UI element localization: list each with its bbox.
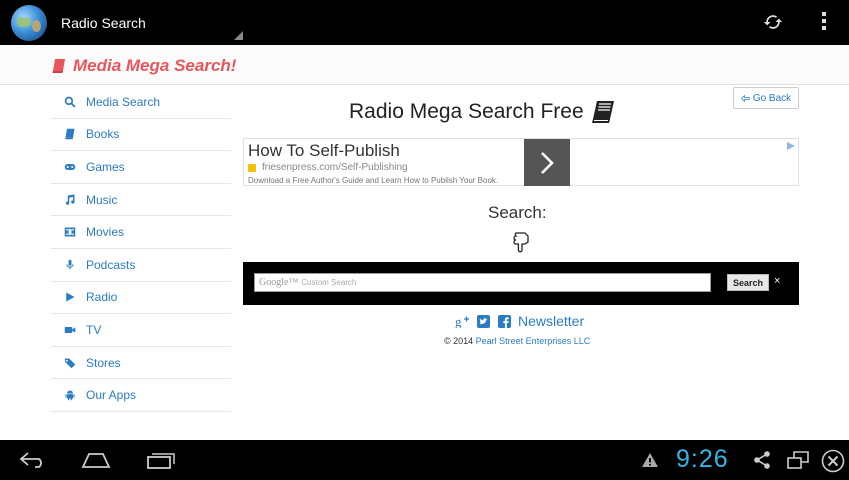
sidebar-item-our-apps[interactable]: Our Apps <box>51 379 231 412</box>
tags-icon <box>64 358 76 368</box>
search-label: Search: <box>488 203 547 222</box>
recent-apps-icon[interactable] <box>146 451 176 469</box>
sidebar-item-label: Our Apps <box>86 388 137 403</box>
hand-left-icon <box>740 94 750 102</box>
ad-arrow-button[interactable] <box>524 139 570 186</box>
share-icon[interactable] <box>752 450 772 470</box>
book-icon <box>65 129 75 140</box>
svg-text:g: g <box>455 314 462 328</box>
action-bar: Radio Search <box>0 0 849 45</box>
clock[interactable]: 9:26 <box>676 445 729 474</box>
ad-url[interactable]: friesenpress.com/Self-Publishing <box>248 162 408 173</box>
copyright: © 2014 Pearl Street Enterprises LLC <box>444 336 590 346</box>
sidebar-item-tv[interactable]: TV <box>51 314 231 347</box>
ad-url-text: friesenpress.com/Self-Publishing <box>262 162 408 173</box>
ad-headline[interactable]: How To Self-Publish <box>248 141 400 161</box>
go-back-label: Go Back <box>752 92 792 104</box>
brand-link[interactable]: Media Mega Search! <box>51 56 236 76</box>
sidebar-item-movies[interactable]: Movies <box>51 216 231 249</box>
window-resize-icon[interactable] <box>787 451 809 469</box>
book-icon <box>52 59 65 73</box>
brand-bar: Media Mega Search! <box>0 45 849 85</box>
sidebar-item-label: Radio <box>86 290 118 305</box>
back-icon[interactable] <box>18 451 48 469</box>
globe-app-icon[interactable] <box>11 5 47 41</box>
sidebar-item-label: TV <box>86 322 102 337</box>
ad-choices-icon[interactable] <box>786 141 796 151</box>
page-title-text: Radio Mega Search Free <box>349 100 584 123</box>
sidebar-item-label: Movies <box>86 225 125 240</box>
film-icon <box>64 227 76 237</box>
favicon-icon <box>248 163 256 172</box>
app-title[interactable]: Radio Search <box>61 15 146 31</box>
ad-banner[interactable]: How To Self-Publish friesenpress.com/Sel… <box>243 138 799 186</box>
search-button[interactable]: Search <box>727 274 769 291</box>
twitter-icon[interactable] <box>476 314 490 328</box>
search-input[interactable]: Google™ Custom Search <box>254 273 711 292</box>
sidebar-item-radio[interactable]: Radio <box>51 282 231 315</box>
chevron-right-icon <box>541 151 554 174</box>
sidebar-item-label: Music <box>86 192 118 207</box>
home-icon[interactable] <box>81 451 111 469</box>
sidebar-item-label: Stores <box>86 355 121 370</box>
sidebar-item-label: Media Search <box>86 94 161 109</box>
go-back-button[interactable]: Go Back <box>733 87 799 109</box>
copyright-prefix: © 2014 <box>444 336 476 346</box>
search-icon <box>64 96 76 108</box>
sidebar-item-podcasts[interactable]: Podcasts <box>51 249 231 282</box>
close-icon[interactable] <box>821 449 845 473</box>
gamepad-icon <box>64 163 76 170</box>
clear-search-button[interactable]: × <box>774 275 780 287</box>
search-panel: Google™ Custom Search Search × <box>243 262 799 305</box>
sidebar-item-label: Games <box>86 159 125 174</box>
sidebar-item-label: Podcasts <box>86 257 136 272</box>
sidebar-item-music[interactable]: Music <box>51 184 231 217</box>
sidebar-item-games[interactable]: Games <box>51 151 231 184</box>
company-link[interactable]: Pearl Street Enterprises LLC <box>476 336 591 346</box>
sidebar: Media Search Books Games Music Movies Po… <box>51 86 231 412</box>
music-icon <box>65 193 75 205</box>
microphone-icon <box>66 259 74 270</box>
play-icon <box>66 292 75 302</box>
ad-description: Download a Free Author's Guide and Learn… <box>248 176 499 185</box>
warning-icon[interactable] <box>641 452 659 468</box>
overflow-menu-icon[interactable] <box>819 12 829 34</box>
facebook-icon[interactable] <box>497 314 511 328</box>
sidebar-item-stores[interactable]: Stores <box>51 347 231 380</box>
brand-text: Media Mega Search! <box>73 56 237 75</box>
sidebar-item-books[interactable]: Books <box>51 119 231 152</box>
google-plus-icon[interactable]: g <box>455 314 469 328</box>
sidebar-item-label: Books <box>86 127 120 142</box>
spinner-indicator-icon <box>234 31 243 40</box>
google-logo-text: Google™ <box>259 277 299 288</box>
system-navigation-bar: 9:26 <box>0 440 849 480</box>
newsletter-link[interactable]: Newsletter <box>518 313 584 329</box>
android-icon <box>65 390 75 401</box>
refresh-icon[interactable] <box>763 12 783 32</box>
social-links: g Newsletter <box>455 313 584 329</box>
search-placeholder: Custom Search <box>301 278 357 287</box>
sidebar-item-media-search[interactable]: Media Search <box>51 86 231 119</box>
hand-pointing-down-icon <box>513 232 529 253</box>
video-camera-icon <box>64 326 76 333</box>
book-icon <box>591 101 614 123</box>
page-title: Radio Mega Search Free <box>349 100 616 124</box>
